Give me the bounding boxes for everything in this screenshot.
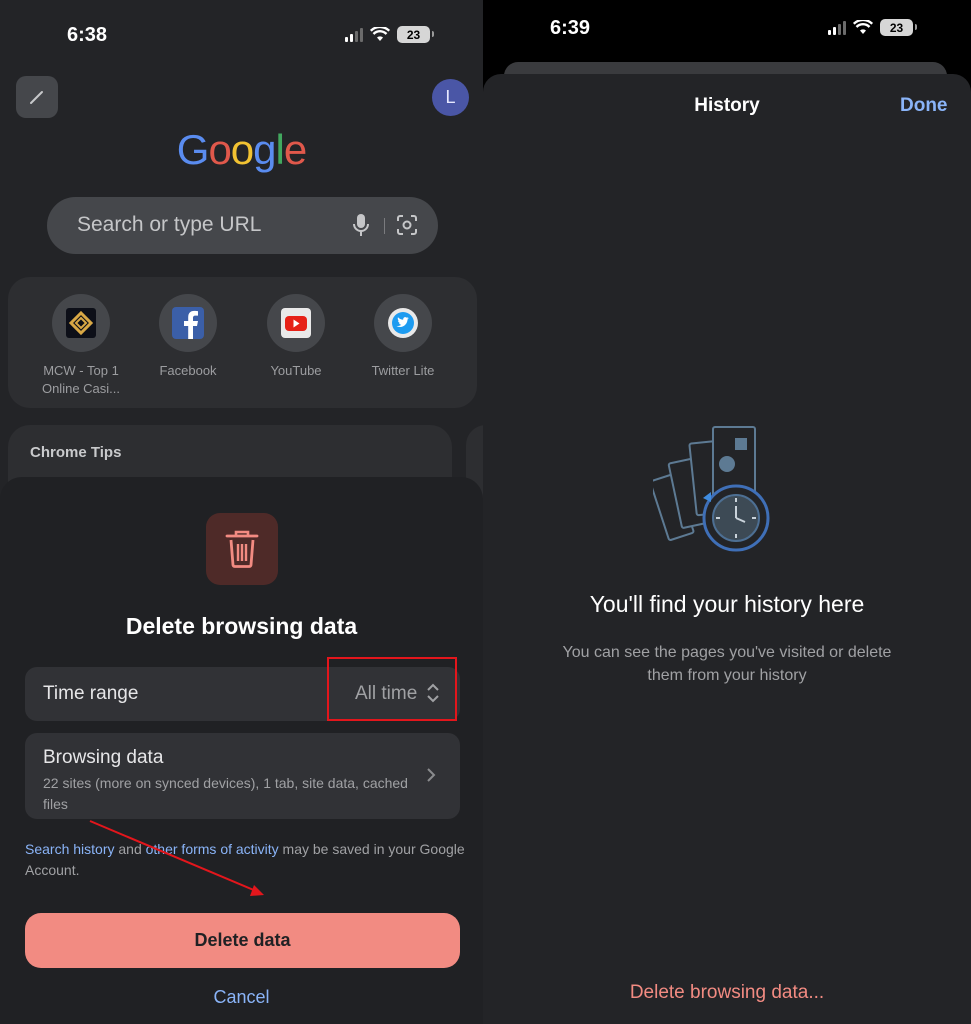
wifi-icon [853, 20, 873, 34]
status-icons: 23 [828, 19, 917, 36]
left-screen-chrome-new-tab: 6:38 23 L Google Search or type URL MCW … [0, 0, 483, 1024]
annotation-arrow [89, 820, 264, 896]
empty-state-description: You can see the pages you've visited or … [562, 644, 892, 684]
battery-icon: 23 [880, 19, 917, 36]
history-illustration-icon [653, 426, 770, 552]
right-screen-history: 6:39 23 History Done You'll find your hi… [483, 0, 971, 1024]
status-time: 6:39 [550, 17, 591, 39]
cellular-signal-icon [828, 20, 846, 35]
empty-state-title: You'll find your history here [589, 591, 865, 617]
history-title: History [694, 95, 760, 116]
history-sheet: History Done You'll find your history he… [483, 74, 971, 1024]
delete-browsing-data-link[interactable]: Delete browsing data... [483, 982, 971, 1004]
done-button[interactable]: Done [900, 95, 948, 117]
